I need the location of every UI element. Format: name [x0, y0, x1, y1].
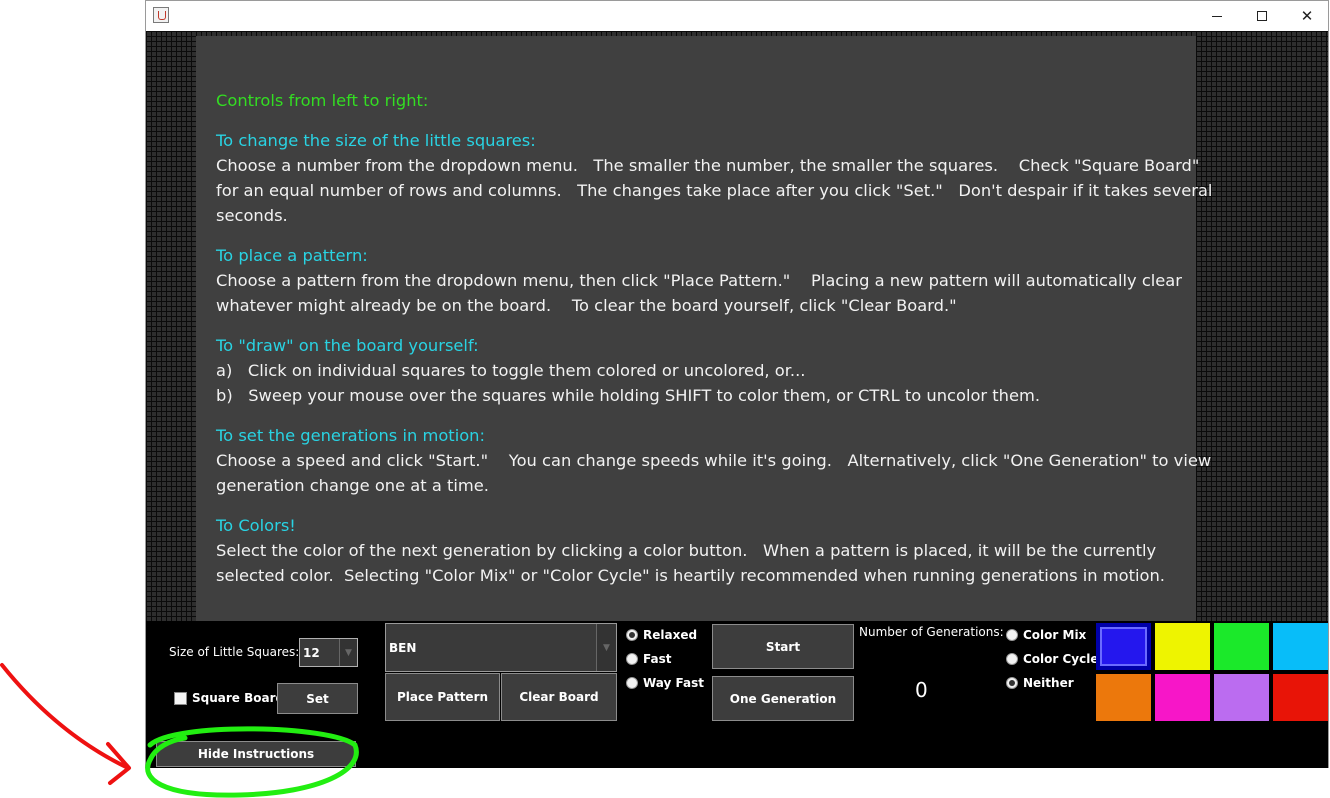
- instruction-line: Choose a speed and click "Start." You ca…: [216, 451, 1212, 470]
- radio-icon: [1006, 653, 1018, 665]
- color-cycle-radio[interactable]: Color Cycle: [1006, 652, 1099, 666]
- radio-icon: [626, 653, 638, 665]
- radio-icon: [1006, 677, 1018, 689]
- control-panel: Size of Little Squares: 12 ▼ Square Boar…: [146, 621, 1328, 768]
- generations-label: Number of Generations:: [859, 625, 1004, 639]
- instructions-sections: To change the size of the little squares…: [216, 128, 1213, 588]
- instruction-line: Select the color of the next generation …: [216, 541, 1157, 560]
- maximize-icon: [1257, 11, 1267, 21]
- hide-instructions-button[interactable]: Hide Instructions: [156, 741, 356, 767]
- instruction-line: selected color. Selecting "Color Mix" or…: [216, 566, 1165, 585]
- neither-label: Neither: [1023, 676, 1074, 690]
- instruction-section-title: To Colors!: [216, 516, 296, 535]
- size-label: Size of Little Squares:: [169, 645, 300, 659]
- instruction-section: To "draw" on the board yourself: a) Click…: [216, 333, 1176, 408]
- pattern-dropdown[interactable]: BEN ▼: [385, 623, 617, 672]
- title-bar[interactable]: ✕: [146, 1, 1328, 31]
- speed-fast-radio[interactable]: Fast: [626, 652, 671, 666]
- instruction-section: To change the size of the little squares…: [216, 128, 1213, 228]
- red-arrow-annotation: [0, 663, 131, 785]
- instruction-line: a) Click on individual squares to toggle…: [216, 361, 806, 380]
- start-button[interactable]: Start: [712, 624, 854, 669]
- color-button-blue[interactable]: [1096, 623, 1151, 670]
- instruction-section-title: To change the size of the little squares…: [216, 131, 536, 150]
- size-value: 12: [303, 645, 320, 660]
- instruction-section: To set the generations in motion: Choose …: [216, 423, 1212, 498]
- instruction-line: for an equal number of rows and columns.…: [216, 181, 1213, 200]
- radio-icon: [626, 629, 638, 641]
- speed-relaxed-radio[interactable]: Relaxed: [626, 628, 697, 642]
- instructions-heading: Controls from left to right:: [216, 91, 429, 110]
- instruction-line: Choose a pattern from the dropdown menu,…: [216, 271, 1182, 290]
- speed-way-fast-label: Way Fast: [643, 676, 705, 690]
- chevron-down-icon[interactable]: ▼: [596, 624, 616, 671]
- instruction-section: To place a pattern: Choose a pattern from…: [216, 243, 1182, 318]
- square-board-label: Square Board: [192, 691, 285, 705]
- pattern-value: BEN: [389, 640, 417, 655]
- instruction-section-title: To place a pattern:: [216, 246, 368, 265]
- instruction-line: Choose a number from the dropdown menu. …: [216, 156, 1200, 175]
- chevron-down-icon[interactable]: ▼: [339, 639, 357, 666]
- set-button[interactable]: Set: [277, 683, 358, 714]
- speed-fast-label: Fast: [643, 652, 672, 666]
- clear-board-button[interactable]: Clear Board: [501, 673, 617, 721]
- neither-radio[interactable]: Neither: [1006, 676, 1074, 690]
- color-button-lavender[interactable]: [1214, 674, 1269, 721]
- close-icon: ✕: [1300, 7, 1314, 25]
- instruction-section-title: To set the generations in motion:: [216, 426, 485, 445]
- place-pattern-button[interactable]: Place Pattern: [385, 673, 500, 721]
- instruction-line: whatever might already be on the board. …: [216, 296, 957, 315]
- color-cycle-label: Color Cycle: [1023, 652, 1099, 666]
- life-board[interactable]: Controls from left to right: To change t…: [146, 31, 1328, 621]
- minimize-button[interactable]: [1194, 1, 1240, 31]
- color-button-orange[interactable]: [1096, 674, 1151, 721]
- size-dropdown[interactable]: 12 ▼: [299, 638, 358, 667]
- speed-relaxed-label: Relaxed: [643, 628, 698, 642]
- instructions-panel: Controls from left to right: To change t…: [196, 36, 1213, 621]
- instruction-line: b) Sweep your mouse over the squares whi…: [216, 386, 1041, 405]
- color-mix-radio[interactable]: Color Mix: [1006, 628, 1086, 642]
- color-mix-label: Color Mix: [1023, 628, 1087, 642]
- generations-count: 0: [915, 678, 928, 702]
- instruction-section: To Colors! Select the color of the next g…: [216, 513, 1176, 588]
- close-button[interactable]: ✕: [1284, 1, 1330, 31]
- radio-icon: [626, 677, 638, 689]
- color-button-red[interactable]: [1273, 674, 1328, 721]
- color-button-sky-blue[interactable]: [1273, 623, 1328, 670]
- color-button-green[interactable]: [1214, 623, 1269, 670]
- one-generation-button[interactable]: One Generation: [712, 676, 854, 721]
- instruction-section-title: To "draw" on the board yourself:: [216, 336, 479, 355]
- color-button-pink[interactable]: [1155, 674, 1210, 721]
- instruction-line: generation change one at a time.: [216, 476, 489, 495]
- minimize-icon: [1212, 15, 1222, 17]
- app-window: ✕ Controls from left to right: To change…: [145, 0, 1329, 768]
- instruction-line: seconds.: [216, 206, 288, 225]
- color-button-yellow[interactable]: [1155, 623, 1210, 670]
- square-board-checkbox[interactable]: [174, 692, 187, 705]
- maximize-button[interactable]: [1239, 1, 1285, 31]
- speed-way-fast-radio[interactable]: Way Fast: [626, 676, 704, 690]
- radio-icon: [1006, 629, 1018, 641]
- java-app-icon: [153, 7, 169, 23]
